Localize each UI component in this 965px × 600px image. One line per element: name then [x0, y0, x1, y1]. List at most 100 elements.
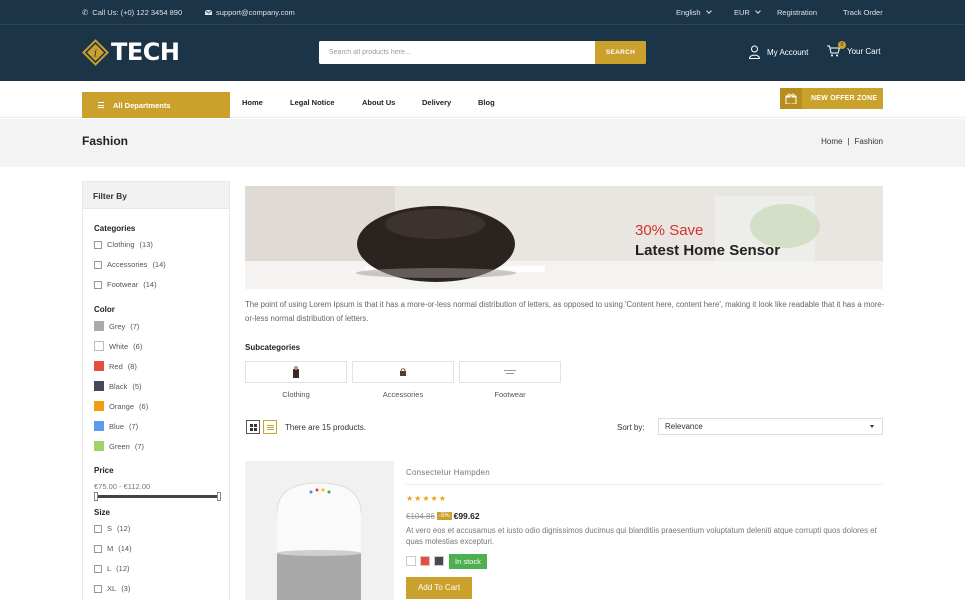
chevron-down-icon	[705, 8, 712, 14]
price-slider-max-handle[interactable]	[217, 492, 221, 501]
filter-label: Orange	[109, 401, 135, 411]
filter-label: M	[107, 544, 114, 553]
new-offer-zone-button[interactable]: NEW OFFER ZONE	[780, 88, 883, 109]
filter-category-footwear[interactable]: Footwear (14)	[94, 280, 157, 289]
new-offer-zone-label: NEW OFFER ZONE	[811, 95, 878, 102]
subcategory-clothing-card[interactable]	[245, 361, 347, 383]
subcategory-footwear-label[interactable]: Footwear	[459, 390, 561, 399]
nav-delivery[interactable]: Delivery	[422, 98, 451, 107]
subcategory-accessories-card[interactable]	[352, 361, 454, 383]
filter-color-black[interactable]: Black (5)	[94, 381, 142, 391]
product-image[interactable]	[245, 461, 394, 600]
cart-link[interactable]: Your Cart	[827, 45, 881, 57]
category-banner[interactable]: 30% Save Latest Home Sensor	[245, 186, 883, 289]
filter-label: L	[107, 564, 112, 573]
checkbox[interactable]	[94, 584, 102, 593]
phone-text: Call Us: (+0) 122 3454 890	[92, 8, 183, 17]
all-departments-label: All Departments	[113, 100, 171, 110]
subcategory-footwear-card[interactable]	[459, 361, 561, 383]
filter-count: (6)	[139, 401, 149, 411]
filter-color-orange[interactable]: Orange (6)	[94, 401, 148, 411]
breadcrumb-current: Fashion	[854, 137, 883, 146]
filter-size-s[interactable]: S (12)	[94, 524, 130, 533]
search-button[interactable]: SEARCH	[595, 41, 646, 64]
filter-category-clothing[interactable]: Clothing (13)	[94, 240, 153, 249]
color-option-white[interactable]	[406, 556, 416, 566]
filter-count: (7)	[129, 421, 139, 431]
currency-selector[interactable]: EUR	[734, 8, 761, 17]
current-price: €99.62	[453, 511, 480, 521]
site-logo[interactable]: i TECH	[82, 38, 180, 66]
color-swatch[interactable]	[94, 361, 104, 371]
nav-blog[interactable]: Blog	[478, 98, 495, 107]
add-to-cart-button[interactable]: Add To Cart	[406, 577, 472, 599]
nav-home[interactable]: Home	[242, 98, 263, 107]
product-name[interactable]: Consectetur Hampden	[406, 468, 490, 477]
filter-count: (5)	[132, 381, 142, 391]
filter-size-m[interactable]: M (14)	[94, 544, 132, 553]
my-account-link[interactable]: My Account	[749, 45, 808, 59]
filter-count: (6)	[133, 341, 143, 351]
sort-label: Sort by:	[617, 423, 645, 432]
filter-count: (14)	[143, 280, 157, 289]
filter-count: (12)	[116, 564, 130, 573]
breadcrumb-home[interactable]: Home	[821, 137, 842, 146]
clothing-thumbnail	[293, 366, 299, 378]
filter-count: (3)	[121, 584, 131, 593]
filter-count: (14)	[118, 544, 132, 553]
checkbox[interactable]	[94, 564, 102, 573]
color-option-red[interactable]	[420, 556, 430, 566]
top-bar: ✆ Call Us: (+0) 122 3454 890 support@com…	[0, 0, 965, 25]
page-title: Fashion	[82, 134, 129, 148]
filter-label: Clothing	[107, 240, 135, 249]
nav-legal-notice[interactable]: Legal Notice	[290, 98, 335, 107]
phone-icon: ✆	[82, 8, 89, 17]
color-swatch[interactable]	[94, 341, 104, 351]
cart-label: Your Cart	[847, 46, 881, 56]
color-swatch[interactable]	[94, 381, 104, 391]
color-swatch[interactable]	[94, 441, 104, 451]
nav-about-us[interactable]: About Us	[362, 98, 395, 107]
all-departments-button[interactable]: All Departments	[82, 92, 230, 118]
language-selector[interactable]: English	[676, 8, 712, 17]
price-slider[interactable]	[94, 492, 221, 501]
sort-select[interactable]: Relevance	[658, 418, 883, 435]
filter-label: S	[107, 524, 113, 533]
filter-color-blue[interactable]: Blue (7)	[94, 421, 138, 431]
accessories-thumbnail	[400, 368, 406, 376]
list-icon	[266, 424, 274, 430]
banner-title: Latest Home Sensor	[635, 242, 781, 259]
checkbox[interactable]	[94, 280, 102, 289]
list-view-button[interactable]	[263, 420, 277, 434]
color-option-black[interactable]	[434, 556, 444, 566]
footwear-thumbnail	[504, 370, 516, 374]
checkbox[interactable]	[94, 544, 102, 553]
filter-size-l[interactable]: L (12)	[94, 564, 130, 573]
filter-category-accessories[interactable]: Accessories (14)	[94, 260, 166, 269]
registration-link[interactable]: Registration	[777, 8, 817, 17]
banner-discount: 30% Save	[635, 222, 704, 239]
filter-count: (8)	[127, 361, 137, 371]
filter-size-xl[interactable]: XL (3)	[94, 584, 130, 593]
categories-title: Categories	[94, 224, 136, 233]
track-order-link[interactable]: Track Order	[843, 8, 883, 17]
filter-color-green[interactable]: Green (7)	[94, 441, 144, 451]
checkbox[interactable]	[94, 260, 102, 269]
checkbox[interactable]	[94, 524, 102, 533]
subcategory-accessories-label[interactable]: Accessories	[352, 390, 454, 399]
color-swatch[interactable]	[94, 321, 104, 331]
color-swatch[interactable]	[94, 401, 104, 411]
filter-count: (13)	[139, 240, 153, 249]
checkbox[interactable]	[94, 240, 102, 249]
search-input[interactable]	[319, 41, 595, 64]
price-slider-min-handle[interactable]	[94, 492, 98, 501]
filter-count: (12)	[117, 524, 131, 533]
filter-color-grey[interactable]: Grey (7)	[94, 321, 139, 331]
filter-color-red[interactable]: Red (8)	[94, 361, 137, 371]
subcategory-clothing-label[interactable]: Clothing	[245, 390, 347, 399]
filter-color-white[interactable]: White (6)	[94, 341, 142, 351]
grid-view-button[interactable]	[246, 420, 260, 434]
color-swatch[interactable]	[94, 421, 104, 431]
email-info[interactable]: support@company.com	[204, 8, 295, 17]
logo-text: TECH	[111, 38, 180, 66]
